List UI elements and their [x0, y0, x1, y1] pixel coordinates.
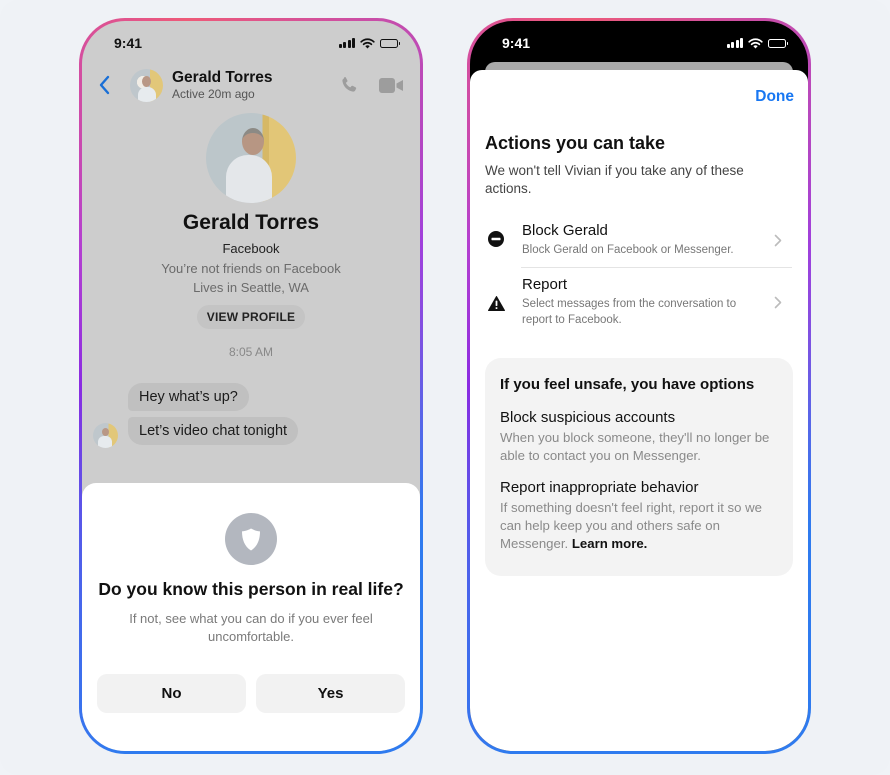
message-timestamp: 8:05 AM — [228, 345, 274, 359]
shield-icon — [242, 528, 260, 550]
modal-title: Actions you can take — [485, 133, 666, 153]
friend-status: You’re not friends on Facebook — [161, 261, 341, 276]
block-action-text: Block Gerald Block Gerald on Facebook or… — [522, 222, 774, 258]
report-action-text: Report Select messages from the conversa… — [522, 276, 774, 328]
warning-icon-wrap — [470, 276, 522, 328]
battery-icon — [768, 38, 788, 48]
chevron-right-icon — [774, 296, 782, 308]
block-action-row[interactable]: Block Gerald Block Gerald on Facebook or… — [470, 222, 808, 258]
sheet-title: Do you know this person in real life? — [98, 579, 404, 599]
profile-photo — [206, 113, 296, 203]
status-icons — [726, 37, 788, 49]
actions-screen: 9:41 Done Actions you can take We won't … — [470, 21, 808, 751]
done-button[interactable]: Done — [755, 88, 794, 106]
phone-right: 9:41 Done Actions you can take We won't … — [467, 18, 811, 754]
back-button[interactable] — [98, 74, 116, 96]
view-profile-button[interactable]: VIEW PROFILE — [196, 305, 306, 329]
profile-source: Facebook — [222, 241, 280, 256]
shield-badge — [225, 513, 277, 565]
status-icons — [338, 37, 400, 49]
safety-heading: Report inappropriate behavior — [500, 479, 699, 496]
learn-more-link[interactable]: Learn more. — [572, 536, 648, 551]
action-title: Report — [522, 276, 568, 293]
status-bar: 9:41 — [470, 21, 808, 65]
safety-text: When you block someone, they'll no longe… — [500, 430, 770, 463]
contact-info[interactable]: Gerald Torres Active 20m ago — [172, 69, 273, 101]
safety-info-card: If you feel unsafe, you have options Blo… — [485, 358, 793, 576]
no-button[interactable]: No — [97, 674, 246, 713]
row-divider — [521, 267, 792, 268]
message-bubble[interactable]: Let’s video chat tonight — [128, 417, 299, 445]
action-subtitle: Block Gerald on Facebook or Messenger. — [522, 244, 734, 256]
action-subtitle: Select messages from the conversation to… — [522, 298, 737, 326]
chevron-left-icon — [99, 75, 110, 95]
signal-icon — [726, 38, 743, 48]
phone-left: 9:41 Gerald Torres Active 20m ago Gerald… — [79, 18, 423, 754]
profile-block: Gerald Torres Facebook You’re not friend… — [82, 113, 420, 359]
actions-modal: Done Actions you can take We won't tell … — [470, 70, 808, 751]
avatar[interactable] — [130, 68, 163, 102]
video-camera-icon[interactable] — [379, 77, 404, 94]
message-bubble[interactable]: Hey what’s up? — [128, 383, 249, 411]
warning-icon — [487, 296, 505, 311]
chevron-right-icon — [774, 234, 782, 246]
signal-icon — [338, 38, 355, 48]
chat-screen: 9:41 Gerald Torres Active 20m ago Gerald… — [82, 21, 420, 751]
sender-avatar — [93, 423, 118, 448]
yes-button[interactable]: Yes — [256, 674, 405, 713]
report-action-row[interactable]: Report Select messages from the conversa… — [470, 276, 808, 328]
wifi-icon — [748, 37, 763, 48]
status-bar: 9:41 — [82, 21, 420, 65]
wifi-icon — [360, 37, 375, 48]
status-time: 9:41 — [502, 35, 531, 51]
modal-description: We won't tell Vivian if you take any of … — [485, 163, 744, 196]
safety-text-with-link: If something doesn't feel right, report … — [500, 499, 778, 553]
action-title: Block Gerald — [522, 222, 608, 239]
contact-name: Gerald Torres — [172, 69, 273, 86]
block-icon — [488, 231, 504, 247]
chevron-wrap — [774, 222, 794, 258]
safety-heading: Block suspicious accounts — [500, 409, 676, 426]
active-status: Active 20m ago — [172, 87, 255, 101]
location: Lives in Seattle, WA — [193, 280, 309, 295]
sheet-buttons: No Yes — [97, 674, 405, 713]
canvas: 9:41 Gerald Torres Active 20m ago Gerald… — [0, 0, 890, 775]
chat-header: Gerald Torres Active 20m ago — [82, 65, 420, 105]
status-time: 9:41 — [114, 35, 143, 51]
know-person-sheet: Do you know this person in real life? If… — [82, 483, 420, 751]
phone-icon[interactable] — [339, 75, 359, 95]
block-icon-wrap — [470, 222, 522, 258]
battery-icon — [380, 38, 400, 48]
profile-name: Gerald Torres — [182, 211, 320, 234]
header-actions — [339, 75, 404, 95]
sheet-description: If not, see what you can do if you ever … — [129, 611, 373, 644]
chevron-wrap — [774, 276, 794, 328]
safety-title: If you feel unsafe, you have options — [500, 376, 755, 393]
